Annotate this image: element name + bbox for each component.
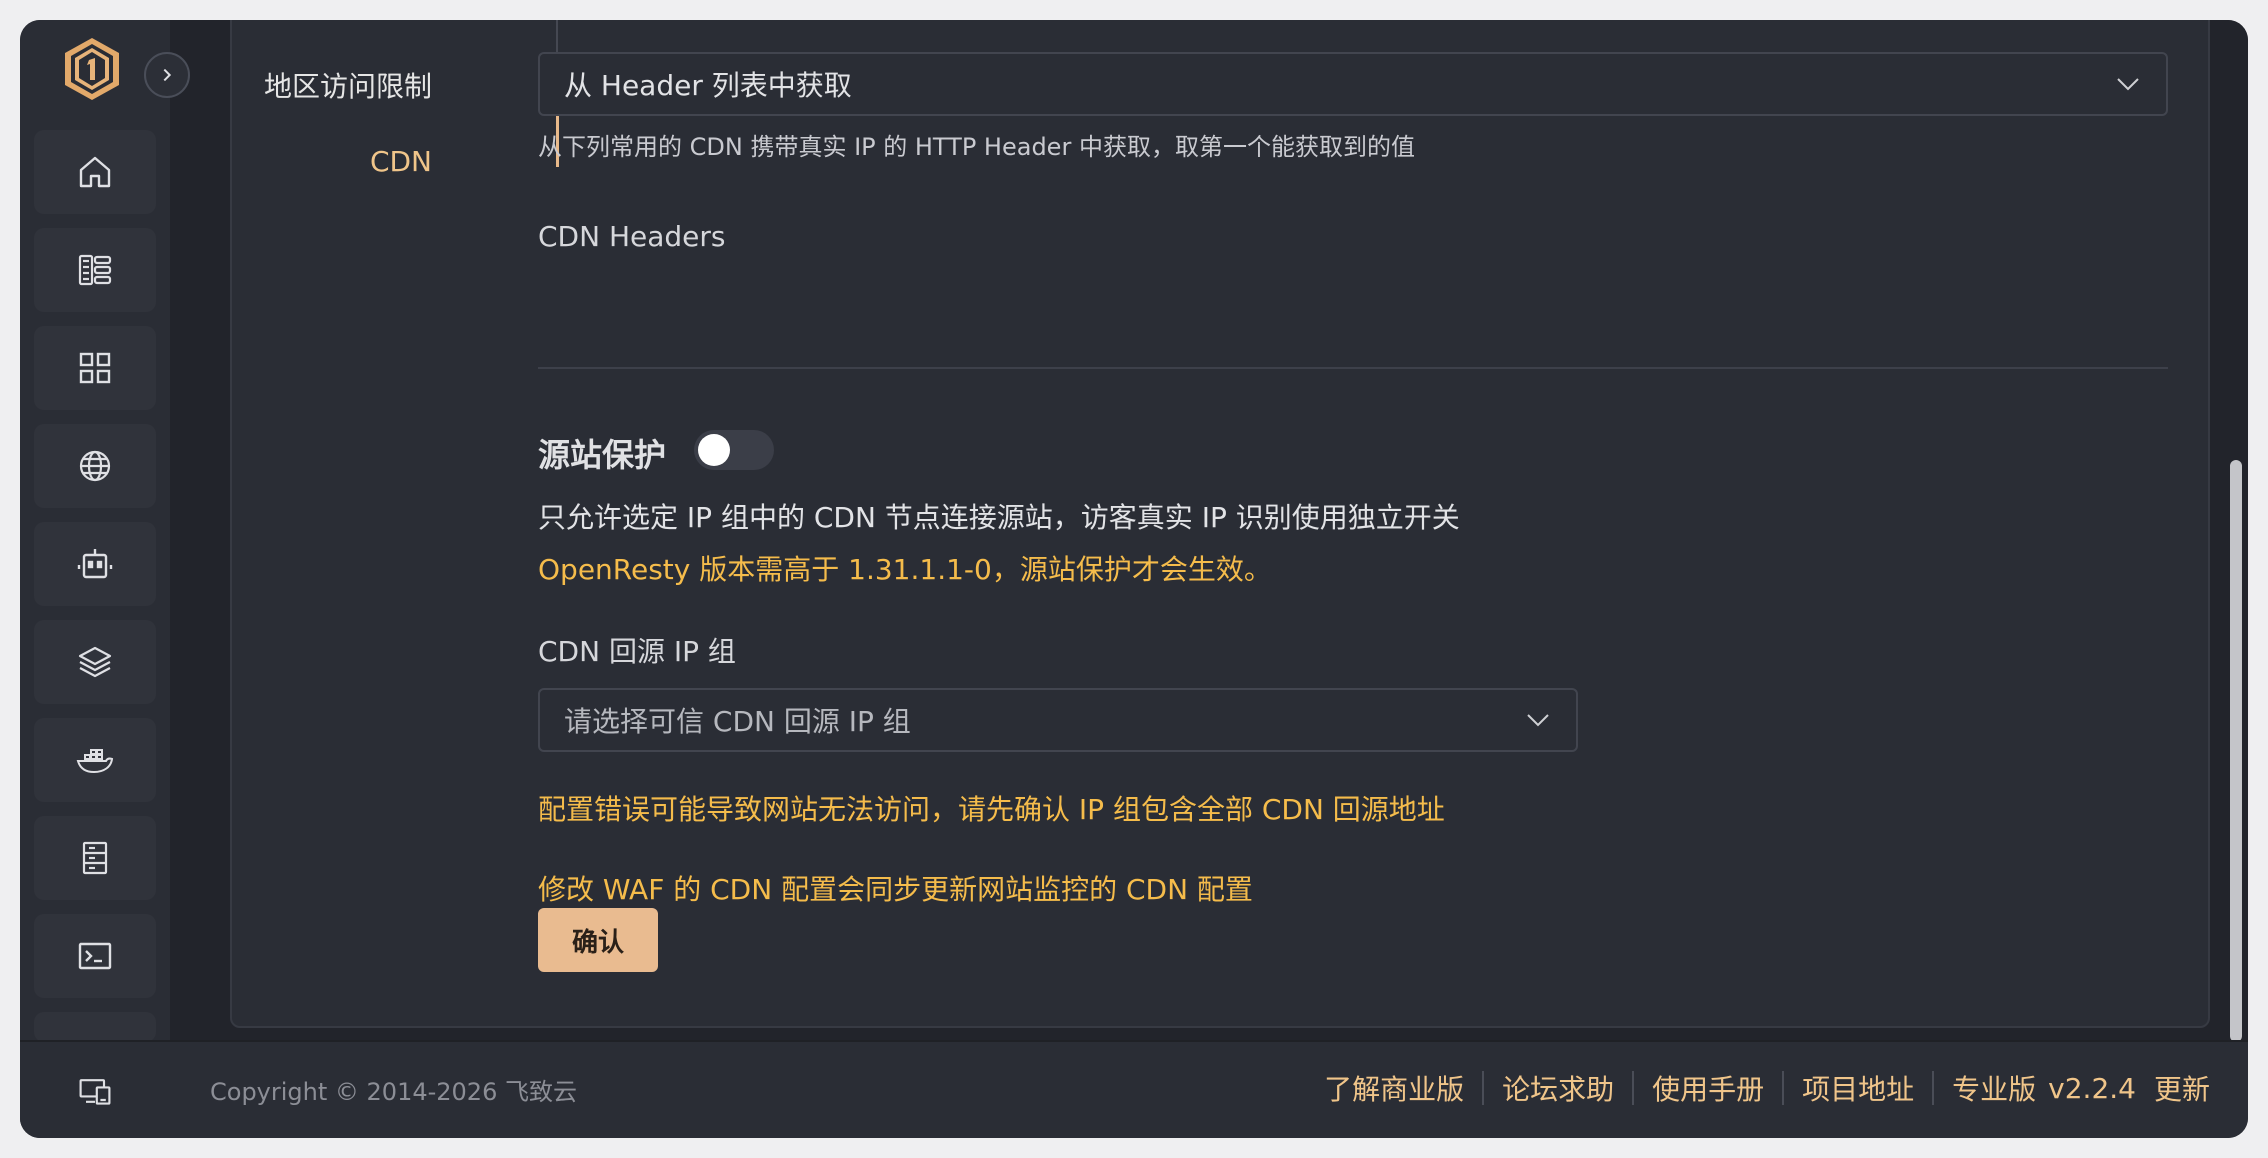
sync-warning: 修改 WAF 的 CDN 配置会同步更新网站监控的 CDN 配置	[538, 873, 1253, 906]
docker-icon	[76, 749, 114, 774]
footer-link-forum[interactable]: 论坛求助	[1502, 1068, 1614, 1108]
scrollbar[interactable]	[2230, 460, 2242, 1042]
ip-source-hint: 从下列常用的 CDN 携带真实 IP 的 HTTP Header 中获取，取第一…	[538, 133, 1415, 161]
version-label: v2.2.4	[2048, 1071, 2136, 1105]
footer-separator	[1482, 1071, 1485, 1105]
sidebar-item-terminal[interactable]	[34, 914, 156, 998]
apps-grid-icon	[79, 352, 111, 384]
terminal-icon	[78, 942, 112, 970]
chevron-down-icon	[2117, 78, 2139, 91]
globe-icon	[79, 450, 111, 482]
sidebar-item-database[interactable]	[34, 816, 156, 900]
file-cabinet-icon	[82, 841, 108, 875]
main-content: 地区访问限制 CDN 从 Header 列表中获取 从下列常用的 CDN 携带真…	[170, 20, 2248, 1042]
sidebar-item-ai[interactable]	[34, 522, 156, 606]
origin-protection-title: 源站保护	[538, 436, 667, 474]
footer-link-manual[interactable]: 使用手册	[1652, 1068, 1764, 1108]
robot-icon	[77, 549, 113, 579]
footer: Copyright © 2014-2026 飞致云 了解商业版 论坛求助 使用手…	[20, 1040, 2248, 1138]
sidebar-item-containers[interactable]	[34, 718, 156, 802]
footer-device-toggle[interactable]	[20, 1042, 170, 1138]
layers-icon	[78, 646, 112, 678]
copyright-text: Copyright © 2014-2026 飞致云	[210, 1078, 577, 1106]
tab-cdn[interactable]: CDN	[370, 145, 432, 178]
sidebar-collapse-button[interactable]	[144, 52, 190, 98]
devices-icon	[79, 1079, 111, 1105]
sidebar-item-more[interactable]	[34, 1012, 156, 1042]
tab-region-restriction[interactable]: 地区访问限制	[264, 65, 432, 105]
sidebar-item-websites[interactable]	[34, 424, 156, 508]
cdn-ip-group-label: CDN 回源 IP 组	[538, 635, 736, 668]
cdn-ip-group-select[interactable]: 请选择可信 CDN 回源 IP 组	[538, 688, 1578, 752]
footer-link-update[interactable]: 更新	[2154, 1068, 2210, 1108]
cdn-headers-label: CDN Headers	[538, 220, 726, 253]
sidebar-item-home[interactable]	[34, 130, 156, 214]
footer-link-project[interactable]: 项目地址	[1802, 1068, 1914, 1108]
server-list-icon	[78, 254, 112, 286]
chevron-down-icon	[1527, 714, 1549, 727]
config-warning: 配置错误可能导致网站无法访问，请先确认 IP 组包含全部 CDN 回源地址	[538, 793, 1445, 826]
sidebar-item-apps[interactable]	[34, 326, 156, 410]
confirm-button[interactable]: 确认	[538, 908, 658, 972]
footer-link-pro-edition[interactable]: 专业版	[1952, 1068, 2036, 1108]
sidebar	[20, 20, 170, 1042]
cdn-ip-group-placeholder: 请选择可信 CDN 回源 IP 组	[564, 705, 911, 738]
footer-separator	[1782, 1071, 1785, 1105]
logo-icon[interactable]	[62, 36, 122, 102]
chevron-right-icon	[163, 68, 172, 82]
origin-protection-description: 只允许选定 IP 组中的 CDN 节点连接源站，访客真实 IP 识别使用独立开关	[538, 501, 1460, 534]
ip-source-selected-value: 从 Header 列表中获取	[564, 69, 852, 102]
footer-separator	[1932, 1071, 1935, 1105]
home-icon	[79, 156, 111, 188]
version-warning: OpenResty 版本需高于 1.31.1.1-0，源站保护才会生效。	[538, 553, 1272, 586]
origin-protection-toggle[interactable]	[694, 430, 774, 470]
settings-panel: 地区访问限制 CDN 从 Header 列表中获取 从下列常用的 CDN 携带真…	[230, 20, 2210, 1028]
ip-source-select[interactable]: 从 Header 列表中获取	[538, 52, 2168, 116]
toggle-knob	[698, 434, 730, 466]
footer-separator	[1632, 1071, 1635, 1105]
footer-link-commercial[interactable]: 了解商业版	[1324, 1068, 1464, 1108]
section-divider	[538, 367, 2168, 369]
footer-links: 了解商业版 论坛求助 使用手册 项目地址 专业版 v2.2.4 更新	[1324, 1068, 2210, 1108]
sidebar-item-sites[interactable]	[34, 228, 156, 312]
sidebar-item-layers[interactable]	[34, 620, 156, 704]
app-window: 地区访问限制 CDN 从 Header 列表中获取 从下列常用的 CDN 携带真…	[20, 20, 2248, 1138]
